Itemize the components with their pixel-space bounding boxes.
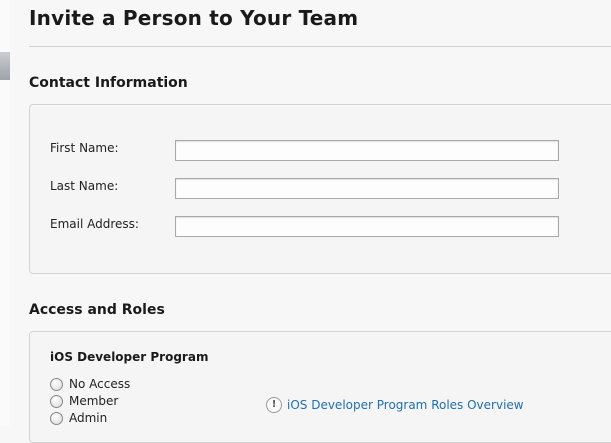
sidebar-tab[interactable] <box>0 52 10 80</box>
radio-button[interactable] <box>50 377 63 391</box>
page-title: Invite a Person to Your Team <box>29 6 359 30</box>
roles-overview-link[interactable]: iOS Developer Program Roles Overview <box>287 398 524 412</box>
contact-heading: Contact Information <box>29 75 188 91</box>
info-icon: ! <box>266 397 282 413</box>
radio-option-member[interactable]: Member <box>50 394 118 408</box>
last-name-field[interactable] <box>175 178 559 199</box>
radio-button[interactable] <box>50 394 63 408</box>
last-name-label: Last Name: <box>50 179 119 193</box>
program-title: iOS Developer Program <box>50 350 209 364</box>
access-heading: Access and Roles <box>29 302 165 318</box>
email-label: Email Address: <box>50 217 139 231</box>
radio-option-no-access[interactable]: No Access <box>50 377 130 391</box>
radio-label: Admin <box>69 411 108 425</box>
radio-label: No Access <box>69 377 131 391</box>
first-name-label: First Name: <box>50 141 119 155</box>
title-divider <box>29 46 611 47</box>
email-field[interactable] <box>175 216 559 237</box>
radio-label: Member <box>69 394 119 408</box>
radio-button[interactable] <box>50 411 63 425</box>
first-name-field[interactable] <box>175 140 559 161</box>
roles-overview-link-row[interactable]: ! iOS Developer Program Roles Overview <box>266 397 524 413</box>
left-edge-strip <box>0 0 10 426</box>
radio-option-admin[interactable]: Admin <box>50 411 107 425</box>
main-content: Invite a Person to Your Team Contact Inf… <box>10 0 611 443</box>
